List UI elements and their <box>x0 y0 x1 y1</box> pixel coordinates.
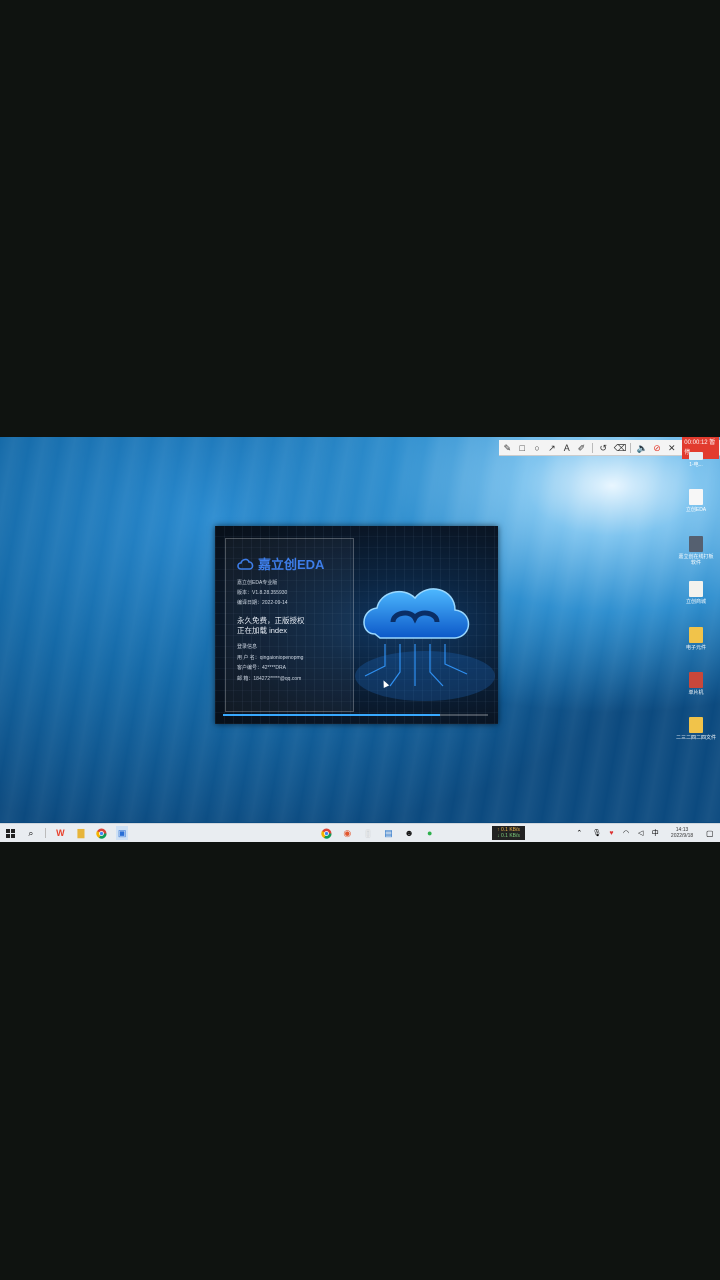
folder-icon <box>689 452 703 460</box>
active-app-icon[interactable]: ▣ <box>115 826 129 840</box>
windows-icon <box>5 828 15 838</box>
desktop-icon-label: 立创商城 <box>685 599 706 605</box>
desktop-icon-label: 二三二四二四文件 <box>676 735 717 741</box>
desktop-icon-label: 单片机 <box>688 690 704 696</box>
toolbar-divider <box>591 442 593 453</box>
loading-status-text: 正在加载 index <box>237 626 288 635</box>
desktop-icon-label: 1-电... <box>689 462 703 468</box>
desktop-icon[interactable]: 立创EDA <box>676 489 716 513</box>
toolbar-divider <box>629 442 631 453</box>
wechat-icon[interactable]: ● <box>423 826 436 840</box>
speaker-icon[interactable]: 🔈 <box>637 440 648 456</box>
edition-text: 嘉立创EDA专业版 <box>237 580 278 586</box>
file-explorer-icon[interactable]: ▇ <box>75 826 88 840</box>
circle-icon[interactable]: ○ <box>533 440 542 456</box>
volume-icon[interactable]: ◁ <box>634 826 647 840</box>
net-speed-down: ↓ 0.1 KB/s <box>497 833 520 839</box>
ime-indicator[interactable]: 中 <box>649 826 662 840</box>
chevron-up-icon[interactable]: ⌃ <box>573 826 586 840</box>
document-icon <box>689 581 703 597</box>
network-app-icon[interactable]: ▤ <box>382 826 395 840</box>
wifi-icon[interactable]: ◠ <box>620 826 633 840</box>
search-icon[interactable]: ⌕ <box>25 826 38 840</box>
antivirus-icon[interactable]: ♥ <box>605 826 618 840</box>
desktop-icon[interactable]: 立创商城 <box>676 581 716 605</box>
product-logo: 嘉立创EDA <box>237 554 324 573</box>
highlighter-icon[interactable]: ✐ <box>577 440 586 456</box>
cloud-icon <box>237 558 254 570</box>
folder-icon <box>689 627 703 643</box>
desktop-icon-label: 电子元件 <box>685 645 706 651</box>
desktop-icon[interactable]: 嘉立创在线打板 软件 <box>676 536 716 566</box>
chrome-icon[interactable] <box>95 826 108 840</box>
net-speed-widget: ↑ 0.1 KB/s ↓ 0.1 KB/s <box>492 826 525 840</box>
clock[interactable]: 14:13 2022/9/18 <box>669 827 696 839</box>
loading-progress-bar <box>223 714 488 716</box>
version-text: 版本：V1.8.28.355930 <box>237 590 288 596</box>
chrome-icon[interactable] <box>320 826 333 840</box>
archive-icon <box>689 672 703 688</box>
taskbar-divider <box>45 828 47 838</box>
customer-id-text: 客户编号：42****DRA <box>237 665 286 671</box>
desktop-icon-label: 嘉立创在线打板 软件 <box>678 554 714 566</box>
desktop-icon[interactable]: 1-电... <box>676 452 716 468</box>
folder-icon <box>689 489 703 505</box>
splash-window: 嘉立创EDA 嘉立创EDA专业版 版本：V1.8.28.355930 编译日期：… <box>215 526 498 724</box>
desktop-icon-label: 立创EDA <box>685 507 707 513</box>
taskbar: ⌕ W ▇ ▣ ◉ ▯ ▤ ☻ ● ↑ 0.1 KB/s ↓ 0.1 KB/s … <box>0 823 720 842</box>
undo-icon[interactable]: ↺ <box>599 440 608 456</box>
build-date-text: 编译日期：2022-09-14 <box>237 600 288 606</box>
desktop-icon[interactable]: 电子元件 <box>676 627 716 651</box>
rectangle-icon[interactable]: □ <box>518 440 527 456</box>
microphone-icon[interactable]: 🎙 <box>591 826 604 840</box>
email-text: 邮 箱：184272*****@qq.com <box>237 676 302 682</box>
loading-progress-fill <box>223 714 441 716</box>
desktop-icon[interactable]: 二三二四二四文件 <box>676 717 716 741</box>
desktop-icon[interactable]: 单片机 <box>676 672 716 696</box>
close-icon[interactable]: ✕ <box>667 440 676 456</box>
product-name: 嘉立创EDA <box>258 557 325 572</box>
notification-icon[interactable]: ▢ <box>704 826 717 840</box>
license-text: 永久免费，正版授权 <box>237 616 305 625</box>
qq-icon[interactable]: ☻ <box>403 826 416 840</box>
mic-muted-icon[interactable]: ⊘ <box>653 440 662 456</box>
wps-icon[interactable]: W <box>54 826 67 840</box>
arrow-icon[interactable]: ↗ <box>547 440 556 456</box>
browser-icon[interactable]: ◉ <box>341 826 354 840</box>
username-text: 用 户 名：qingaioniopenopmg <box>237 655 304 661</box>
text-icon[interactable]: A <box>562 440 571 456</box>
folder-icon <box>689 717 703 733</box>
user-info-header: 登录信息 <box>237 644 258 650</box>
app-icon <box>689 536 703 552</box>
clock-date: 2022/9/18 <box>670 833 694 839</box>
start-button[interactable] <box>4 826 17 840</box>
pen-icon[interactable]: ✎ <box>503 440 512 456</box>
document-icon[interactable]: ▯ <box>362 826 375 840</box>
clear-icon[interactable]: ⌫ <box>614 440 627 456</box>
